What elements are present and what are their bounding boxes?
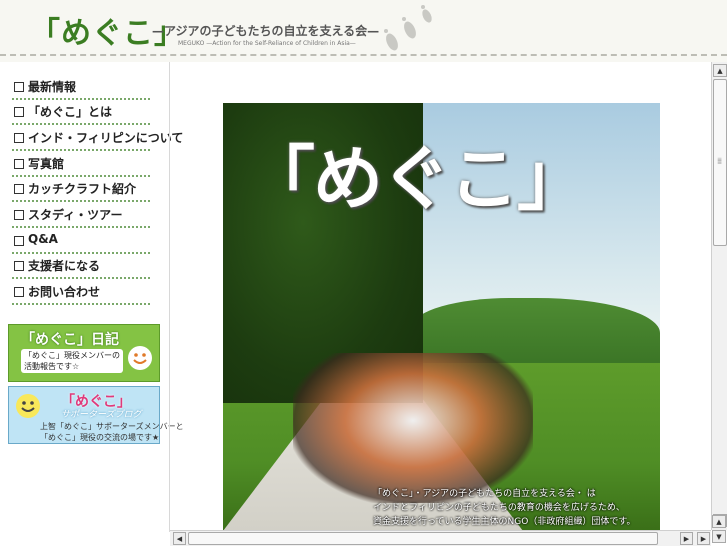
nav-item-label: インド・フィリピンについて [28,131,184,145]
nav-divider [12,303,150,305]
nav-item-about[interactable]: 「めぐこ」とは [10,101,150,125]
checkbox-bullet-icon [14,107,24,117]
nav-item-label: 写真館 [28,157,65,171]
banner-text: 「めぐこ」現役メンバーの 活動報告です☆ [21,349,123,373]
checkbox-bullet-icon [14,261,24,271]
scroll-up-button[interactable]: ▲ [712,515,726,528]
checkbox-bullet-icon [14,184,24,194]
hero-photo: 「めぐこ」 「めぐこ」・アジアの子どもたちの自立を支える会・ は インドとフィリ… [223,103,660,531]
nav-divider [12,252,150,254]
supporters-blog-banner[interactable]: 「めぐこ」 サポーターズブログ 上智「めぐこ」サポーターズメンバーと 「めぐこ」… [8,386,184,444]
sidebar: 最新情報 「めぐこ」とは インド・フィリピンについて 写真館 カッチクラフト紹介… [0,62,183,545]
grip-icon: ≡ ≡ [717,156,723,166]
checkbox-bullet-icon [14,133,24,143]
banner-line: 「めぐこ」現役の交流の場です★ [40,433,160,442]
banner-line: 「めぐこ」現役メンバーの [24,351,120,360]
nav-divider [12,226,150,228]
nav-item-gallery[interactable]: 写真館 [10,153,150,177]
nav-divider [12,200,150,202]
header-divider [0,54,727,56]
checkbox-bullet-icon [14,210,24,220]
site-tagline: —アジアの子どもたちの自立を支える会— [152,24,380,38]
checkbox-bullet-icon [14,236,24,246]
caption-line: 資金支援を行っている学生主体のNGO（非政府組織）団体です。 [373,517,636,527]
banner-text: 上智「めぐこ」サポーターズメンバーと 「めぐこ」現役の交流の場です★ [37,420,187,444]
nav-item-label: お問い合わせ [28,285,101,299]
banner-title: 「めぐこ」日記 [21,332,119,348]
site-subtitle: MEGUKO —Action for the Self-Reliance of … [178,40,356,47]
nav-item-label: カッチクラフト紹介 [28,182,137,196]
checkbox-bullet-icon [14,287,24,297]
scroll-left-button[interactable]: ◀ [173,532,186,545]
nav-item-become-supporter[interactable]: 支援者になる [10,255,150,279]
banner-line: 上智「めぐこ」サポーターズメンバーと [40,422,184,431]
hero-caption: 「めぐこ」・アジアの子どもたちの自立を支える会・ は インドとフィリピンの子ども… [373,487,658,529]
smiley-icon [128,346,152,370]
caption-line: インドとフィリピンの子どもたちの教育の機会を広げるため、 [373,503,625,513]
scroll-down-button[interactable]: ▼ [712,530,726,543]
nav-item-kacchi-craft[interactable]: カッチクラフト紹介 [10,178,150,202]
nav-divider [12,175,150,177]
smiley-icon [16,394,40,418]
horizontal-scrollbar[interactable]: ◀ ▶ ▶ [170,530,711,546]
checkbox-bullet-icon [14,82,24,92]
nav-item-contact[interactable]: お問い合わせ [10,281,150,305]
banner-line: 活動報告です☆ [24,362,80,371]
nav-item-label: 「めぐこ」とは [28,105,113,119]
nav-divider [12,123,150,125]
sidebar-divider [169,62,170,532]
nav-divider [12,277,150,279]
site-header: 「めぐこ」 —アジアの子どもたちの自立を支える会— MEGUKO —Action… [0,0,727,62]
nav-item-india-philippines[interactable]: インド・フィリピンについて [10,127,183,151]
nav-item-label: 最新情報 [28,80,77,94]
caption-line: 「めぐこ」・アジアの子どもたちの自立を支える会・ は [373,489,596,499]
checkbox-bullet-icon [14,159,24,169]
diary-banner[interactable]: 「めぐこ」日記 「めぐこ」現役メンバーの 活動報告です☆ [8,324,160,382]
hero-title: 「めぐこ」 [245,138,587,220]
nav-divider [12,149,150,151]
nav-item-faq[interactable]: Q&A [10,230,150,254]
banner-script: サポーターズブログ [61,410,142,420]
nav-item-study-tour[interactable]: スタディ・ツアー [10,204,150,228]
scroll-corner: ▲ ▼ [711,515,727,545]
scroll-right-end-button[interactable]: ▶ [697,532,710,545]
nav-item-label: スタディ・ツアー [28,208,123,222]
vertical-scroll-thumb[interactable]: ≡ ≡ [713,79,727,246]
vertical-scrollbar[interactable]: ▲ ≡≡ ▼ [711,62,727,530]
photo-children [293,353,533,503]
scroll-right-button[interactable]: ▶ [680,532,693,545]
nav-item-news[interactable]: 最新情報 [10,76,150,100]
nav-item-label: 支援者になる [28,259,101,273]
nav-item-label: Q&A [28,232,58,246]
horizontal-scroll-thumb[interactable] [188,532,658,545]
footprints-icon [384,5,432,51]
scroll-up-button[interactable]: ▲ [713,64,727,77]
nav-divider [12,98,150,100]
